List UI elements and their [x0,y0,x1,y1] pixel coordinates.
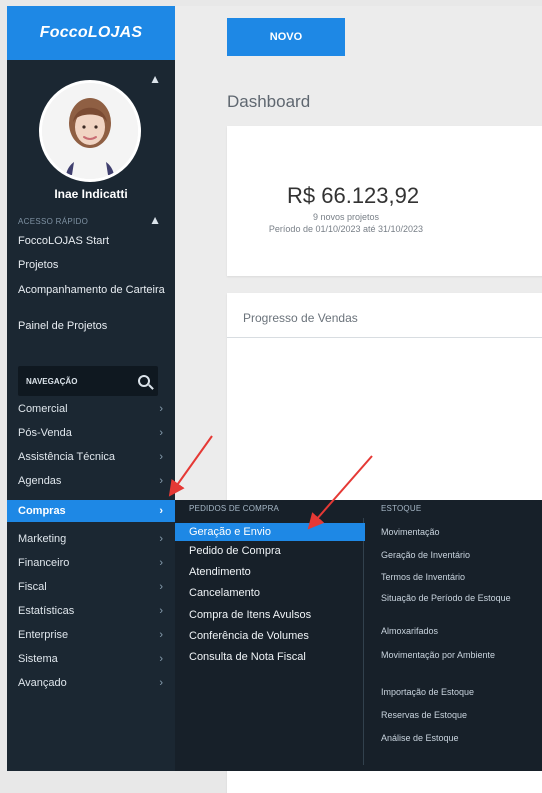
menu-item-geracao-de-inventario[interactable]: Geração de Inventário [381,550,526,561]
profile-collapse-icon[interactable]: ▲ [149,72,161,86]
brand-logo-text: FoccoLOJAS [39,24,143,41]
app-screenshot: FoccoLOJAS ▲ Inae Indicatti ACESSO RÁPID… [0,0,542,793]
menu-item-atendimento[interactable]: Atendimento [189,566,389,578]
sidebar-item-comercial[interactable]: Comercial › [7,398,175,420]
sidebar-item-sistema[interactable]: Sistema › [7,648,175,670]
chevron-right-icon: › [159,403,163,415]
menu-item-reservas-de-estoque[interactable]: Reservas de Estoque [381,710,526,721]
chevron-right-icon: › [159,629,163,641]
chevron-right-icon: › [159,533,163,545]
menu-item-compra-de-itens-avulsos[interactable]: Compra de Itens Avulsos [189,609,389,621]
brand-header[interactable]: FoccoLOJAS [7,6,175,60]
sidebar-item-fiscal[interactable]: Fiscal › [7,576,175,598]
menu-item-consulta-de-nota-fiscal[interactable]: Consulta de Nota Fiscal [189,651,389,663]
quick-access-item[interactable]: Acompanhamento de Carteira [18,284,170,297]
sidebar-item-pos-venda[interactable]: Pós-Venda › [7,422,175,444]
sidebar-item-label: Avançado [18,677,67,689]
sidebar-item-label: Compras [18,505,66,517]
page-title: Dashboard [227,92,311,111]
menu-item-movimentacao-por-ambiente[interactable]: Movimentação por Ambiente [381,650,526,661]
menu-item-cancelamento[interactable]: Cancelamento [189,587,389,599]
quick-access-item[interactable]: Painel de Projetos [18,320,170,333]
menu-item-situacao-de-periodo-de-estoque[interactable]: Situação de Período de Estoque [381,593,526,604]
menu-item-movimentacao[interactable]: Movimentação [381,527,526,538]
chevron-right-icon: › [159,505,163,517]
quick-access-item[interactable]: FoccoLOJAS Start [18,235,170,248]
sidebar-item-agendas[interactable]: Agendas › [7,470,175,492]
menu-item-importacao-de-estoque[interactable]: Importação de Estoque [381,687,526,698]
avatar [39,80,141,182]
summary-value: R$ 66.123,92 [287,183,420,208]
quick-access-collapse-icon[interactable]: ▲ [149,213,161,227]
summary-period: Período de 01/10/2023 até 31/10/2023 [268,224,424,234]
stock-title: ESTOQUE [381,504,422,513]
sidebar-item-label: Estatísticas [18,605,75,617]
menu-item-almoxarifados[interactable]: Almoxarifados [381,626,526,637]
sidebar-item-marketing[interactable]: Marketing › [7,528,175,550]
chevron-right-icon: › [159,605,163,617]
sales-progress-title: Progresso de Vendas [243,311,358,325]
sidebar-item-compras[interactable]: Compras › [7,500,175,522]
sidebar-item-label: Comercial [18,403,68,415]
menu-item-termos-de-inventario[interactable]: Termos de Inventário [381,572,526,583]
user-name: Inae Indicatti [54,187,128,201]
summary-card: R$ 66.123,92 9 novos projetos Período de… [227,126,542,276]
chevron-right-icon: › [159,475,163,487]
summary-projects: 9 novos projetos [312,212,380,222]
sidebar: FoccoLOJAS ▲ Inae Indicatti ACESSO RÁPID… [7,6,175,771]
chevron-right-icon: › [159,451,163,463]
chevron-right-icon: › [159,653,163,665]
purchase-orders-title: PEDIDOS DE COMPRA [189,504,280,513]
chevron-right-icon: › [159,557,163,569]
new-button[interactable]: NOVO [227,18,345,56]
menu-item-geracao-e-envio[interactable]: Geração e Envio [175,523,365,541]
menu-item-conferencia-de-volumes[interactable]: Conferência de Volumes [189,630,389,642]
sidebar-item-estatisticas[interactable]: Estatísticas › [7,600,175,622]
menu-item-pedido-de-compra[interactable]: Pedido de Compra [189,545,389,557]
sidebar-item-label: Assistência Técnica [18,451,116,463]
chevron-right-icon: › [159,581,163,593]
quick-access-title: ACESSO RÁPIDO [18,217,89,226]
sidebar-item-label: Financeiro [18,557,70,569]
sidebar-item-avancado[interactable]: Avançado › [7,672,175,694]
chevron-right-icon: › [159,677,163,689]
sidebar-item-label: Sistema [18,653,58,665]
sidebar-item-enterprise[interactable]: Enterprise › [7,624,175,646]
sidebar-item-label: Enterprise [18,629,69,641]
navigation-search[interactable]: NAVEGAÇÃO [18,366,158,396]
sidebar-item-financeiro[interactable]: Financeiro › [7,552,175,574]
sidebar-item-assistencia-tecnica[interactable]: Assistência Técnica › [7,446,175,468]
navigation-label: NAVEGAÇÃO [26,376,78,386]
sidebar-item-label: Fiscal [18,581,47,593]
purchases-flyout-menu: PEDIDOS DE COMPRA ESTOQUE Geração e Envi… [175,500,542,771]
card-divider [227,337,542,338]
sidebar-item-label: Agendas [18,475,62,487]
sidebar-item-label: Marketing [18,533,67,545]
sidebar-item-label: Pós-Venda [18,427,72,439]
search-icon[interactable] [138,375,150,387]
chevron-right-icon: › [159,427,163,439]
quick-access-item[interactable]: Projetos [18,259,170,272]
menu-item-analise-de-estoque[interactable]: Análise de Estoque [381,733,526,744]
